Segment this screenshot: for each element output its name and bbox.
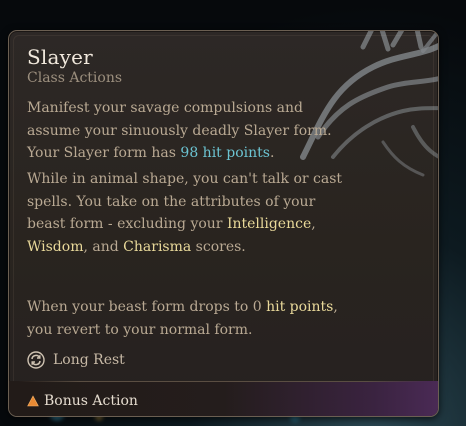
spell-tooltip: Slayer Class Actions Manifest your savag… <box>8 30 439 417</box>
description-text: , and <box>83 238 124 255</box>
recharge-label: Long Rest <box>53 352 125 368</box>
description-text: When your beast form drops to 0 <box>27 299 267 315</box>
description-text: , <box>311 216 316 232</box>
description-text: . <box>269 145 275 161</box>
hit-points-value: 98 hit points <box>180 145 270 161</box>
spell-title: Slayer <box>27 45 93 69</box>
footer-divider <box>19 381 428 382</box>
description-paragraph-1: Manifest your savage compulsions and ass… <box>27 97 357 165</box>
bonus-action-triangle-icon <box>27 395 39 407</box>
spell-category: Class Actions <box>27 70 123 86</box>
action-type-label: Bonus Action <box>44 393 138 409</box>
attribute-charisma: Charisma <box>123 238 192 255</box>
description-paragraph-2: While in animal shape, you can't talk or… <box>27 168 357 258</box>
game-scene-background: Slayer Class Actions Manifest your savag… <box>0 0 466 426</box>
long-rest-icon <box>27 351 45 369</box>
recharge-row: Long Rest <box>27 351 125 369</box>
hit-points-keyword: hit points <box>266 299 334 315</box>
action-type-row: Bonus Action <box>27 393 138 409</box>
description-paragraph-3: When your beast form drops to 0 hit poin… <box>27 296 357 341</box>
attribute-intelligence: Intelligence <box>226 216 312 232</box>
attribute-wisdom: Wisdom <box>27 238 84 255</box>
description-text: scores. <box>191 238 246 255</box>
